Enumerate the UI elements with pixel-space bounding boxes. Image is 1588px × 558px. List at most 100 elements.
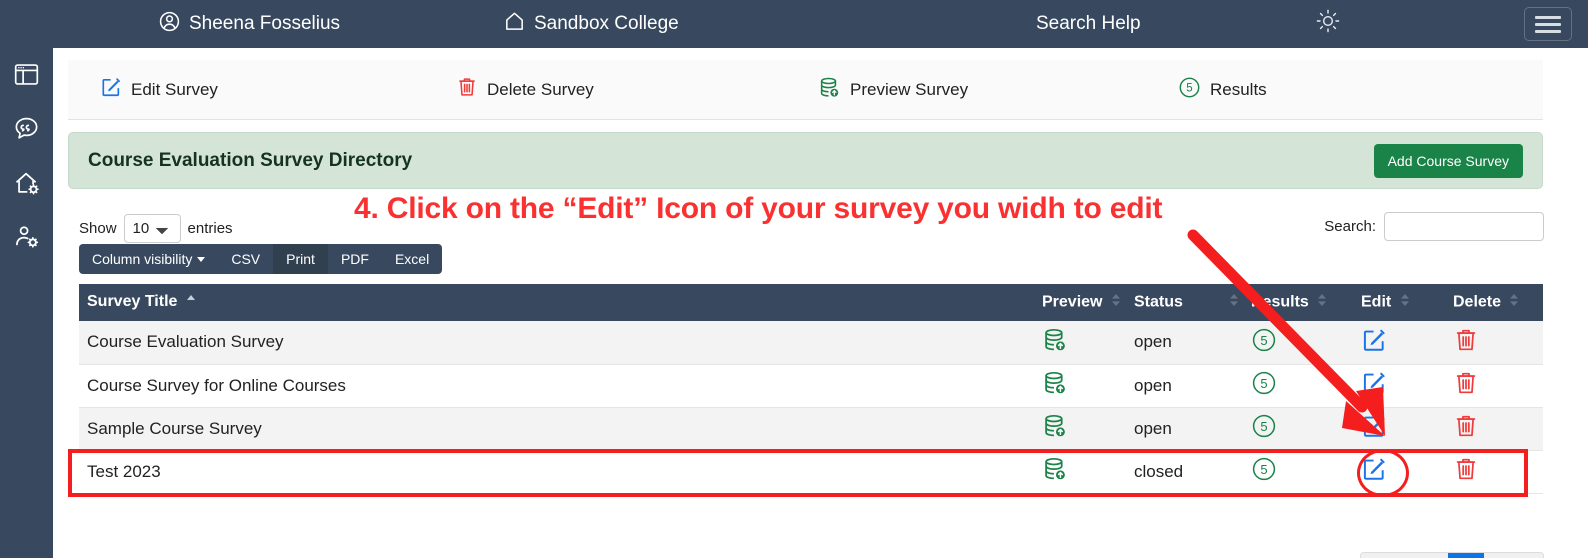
table-row: Test 2023 closed 5 bbox=[79, 450, 1543, 494]
column-header-preview[interactable]: Preview bbox=[1034, 284, 1126, 321]
database-upload-icon[interactable] bbox=[1042, 456, 1068, 482]
pagination-next-button[interactable]: Next bbox=[1484, 553, 1543, 558]
add-course-survey-button[interactable]: Add Course Survey bbox=[1373, 143, 1523, 178]
table-header: Survey Title Preview Status Results Edit… bbox=[79, 284, 1543, 321]
dashboard-layout-icon bbox=[13, 61, 40, 93]
sun-brightness-icon bbox=[1315, 8, 1341, 40]
svg-text:5: 5 bbox=[1260, 462, 1267, 477]
pagination-previous-button[interactable]: Previous bbox=[1361, 553, 1448, 558]
circle-number-icon[interactable]: 5 bbox=[1251, 327, 1277, 353]
user-circle-icon bbox=[158, 10, 181, 39]
survey-table: Survey Title Preview Status Results Edit… bbox=[79, 284, 1543, 494]
column-label: Delete bbox=[1453, 293, 1502, 311]
trash-can-icon[interactable] bbox=[1453, 456, 1479, 482]
left-sidebar bbox=[0, 48, 53, 558]
cell-preview bbox=[1034, 450, 1126, 494]
trash-can-icon[interactable] bbox=[1453, 413, 1479, 439]
page-length-control: Show 10 entries bbox=[79, 214, 233, 243]
cell-results: 5 bbox=[1243, 321, 1353, 365]
hamburger-menu-icon bbox=[1535, 15, 1561, 19]
cell-survey-title: Test 2023 bbox=[79, 450, 1034, 494]
column-label: Status bbox=[1134, 293, 1183, 311]
cell-status: closed bbox=[1126, 450, 1243, 494]
sort-ascending-icon bbox=[186, 293, 198, 311]
cell-edit bbox=[1353, 450, 1445, 494]
excel-export-button[interactable]: Excel bbox=[381, 244, 443, 274]
trash-can-icon[interactable] bbox=[1453, 327, 1479, 353]
cell-status: open bbox=[1126, 321, 1243, 365]
sidebar-item-site-settings[interactable] bbox=[10, 168, 44, 202]
svg-text:5: 5 bbox=[1260, 376, 1267, 391]
database-upload-icon[interactable] bbox=[1042, 327, 1068, 353]
sort-neutral-icon bbox=[1111, 293, 1123, 312]
column-header-delete[interactable]: Delete bbox=[1445, 284, 1543, 321]
svg-text:5: 5 bbox=[1260, 419, 1267, 434]
cell-results: 5 bbox=[1243, 450, 1353, 494]
speech-bubble-quote-icon bbox=[13, 115, 40, 147]
circle-number-icon[interactable]: 5 bbox=[1251, 456, 1277, 482]
cell-results: 5 bbox=[1243, 364, 1353, 408]
export-button-group: Column visibility CSV Print PDF Excel bbox=[79, 244, 443, 274]
edit-pencil-square-icon[interactable] bbox=[1361, 456, 1387, 482]
column-label: Survey Title bbox=[87, 293, 178, 311]
cell-status: open bbox=[1126, 407, 1243, 451]
pdf-export-button[interactable]: PDF bbox=[327, 244, 382, 274]
column-header-edit[interactable]: Edit bbox=[1353, 284, 1445, 321]
circle-number-icon[interactable]: 5 bbox=[1251, 413, 1277, 439]
main-content: Edit Survey Delete Survey Preview Survey… bbox=[53, 48, 1588, 558]
column-visibility-button[interactable]: Column visibility bbox=[79, 244, 219, 274]
column-label: Preview bbox=[1042, 293, 1103, 311]
home-icon bbox=[503, 10, 526, 39]
app-window: Sheena Fosselius Sandbox College Search … bbox=[0, 0, 1588, 558]
search-help-link[interactable]: Search Help bbox=[1036, 13, 1141, 35]
chevron-down-icon bbox=[197, 256, 206, 262]
header-user[interactable]: Sheena Fosselius bbox=[158, 10, 340, 39]
page-title: Course Evaluation Survey Directory bbox=[88, 149, 413, 171]
entries-label: entries bbox=[187, 220, 233, 237]
edit-pencil-square-icon[interactable] bbox=[1361, 327, 1387, 353]
delete-survey-action[interactable]: Delete Survey bbox=[456, 76, 594, 103]
edit-pencil-square-icon[interactable] bbox=[1361, 413, 1387, 439]
cell-status: open bbox=[1126, 364, 1243, 408]
hamburger-menu-button[interactable] bbox=[1524, 7, 1572, 41]
cell-delete bbox=[1445, 321, 1543, 365]
header-college-name: Sandbox College bbox=[534, 13, 679, 34]
preview-survey-action[interactable]: Preview Survey bbox=[818, 76, 968, 104]
cell-edit bbox=[1353, 321, 1445, 365]
results-label: Results bbox=[1210, 79, 1267, 99]
sort-neutral-icon bbox=[1229, 293, 1241, 312]
sidebar-item-dashboard[interactable] bbox=[10, 60, 44, 94]
database-upload-icon[interactable] bbox=[1042, 370, 1068, 396]
column-header-survey-title[interactable]: Survey Title bbox=[79, 284, 1034, 321]
circle-number-icon[interactable]: 5 bbox=[1251, 370, 1277, 396]
edit-pencil-square-icon[interactable] bbox=[1361, 370, 1387, 396]
page-length-select[interactable]: 10 bbox=[123, 214, 181, 243]
cell-preview bbox=[1034, 364, 1126, 408]
database-upload-icon bbox=[818, 76, 841, 104]
column-visibility-label: Column visibility bbox=[92, 251, 193, 267]
trash-can-icon[interactable] bbox=[1453, 370, 1479, 396]
sidebar-item-user-settings[interactable] bbox=[10, 222, 44, 256]
table-row: Sample Course Survey open 5 bbox=[79, 407, 1543, 451]
cell-delete bbox=[1445, 450, 1543, 494]
csv-export-button[interactable]: CSV bbox=[218, 244, 274, 274]
cell-edit bbox=[1353, 364, 1445, 408]
pagination-page-1-button[interactable]: 1 bbox=[1447, 553, 1485, 558]
sidebar-item-feedback[interactable] bbox=[10, 114, 44, 148]
search-input[interactable] bbox=[1384, 212, 1544, 241]
header-college[interactable]: Sandbox College bbox=[503, 10, 679, 39]
cell-edit bbox=[1353, 407, 1445, 451]
database-upload-icon[interactable] bbox=[1042, 413, 1068, 439]
theme-toggle-button[interactable] bbox=[1315, 8, 1341, 40]
results-action[interactable]: 5 Results bbox=[1178, 76, 1267, 104]
column-header-status[interactable]: Status bbox=[1126, 284, 1243, 321]
cell-survey-title: Sample Course Survey bbox=[79, 407, 1034, 451]
hamburger-menu-icon bbox=[1535, 29, 1561, 33]
delete-survey-label: Delete Survey bbox=[487, 79, 594, 99]
column-header-results[interactable]: Results bbox=[1243, 284, 1353, 321]
table-row: Course Survey for Online Courses open 5 bbox=[79, 364, 1543, 408]
directory-panel: Course Evaluation Survey Directory Add C… bbox=[68, 132, 1543, 189]
edit-survey-action[interactable]: Edit Survey bbox=[100, 76, 218, 103]
print-export-button[interactable]: Print bbox=[273, 244, 328, 274]
cell-survey-title: Course Survey for Online Courses bbox=[79, 364, 1034, 408]
